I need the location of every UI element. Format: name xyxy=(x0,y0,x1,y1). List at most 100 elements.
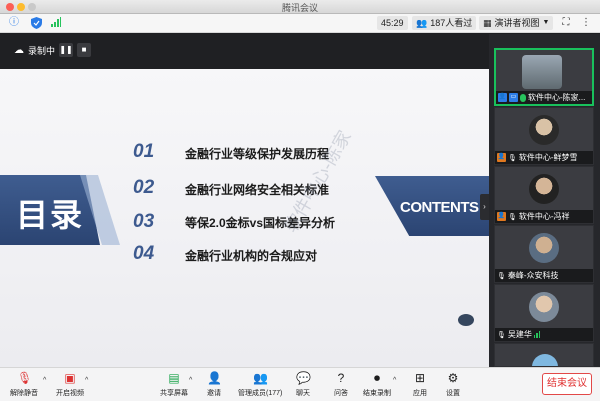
participant-avatar xyxy=(529,292,559,322)
slide-heading-left: 目录 xyxy=(16,197,85,233)
share-options-chevron-icon[interactable]: ^ xyxy=(189,377,192,384)
participant-avatar xyxy=(529,233,559,263)
meeting-timer: 45:29 xyxy=(377,16,408,30)
people-icon: 👥 xyxy=(416,18,428,28)
participant-video xyxy=(522,55,562,89)
info-icon[interactable]: ⓘ xyxy=(8,17,20,29)
members-icon: 👥 xyxy=(253,371,269,385)
video-off-icon: ▣ xyxy=(64,371,76,385)
recording-indicator: ☁ 录制中 ❚❚ ■ xyxy=(14,42,92,58)
end-meeting-button[interactable]: 结束会议 xyxy=(542,373,592,395)
share-screen-label: 共享屏幕 xyxy=(160,390,188,397)
participant-name: 软件中心-冯祥 xyxy=(518,212,570,221)
participant-bar: 👤 🎙 软件中心-鲜梦雪 xyxy=(495,151,593,164)
mic-muted-icon: 🎙 xyxy=(17,371,33,385)
participant-tile[interactable]: 🎙 秦峰-众安科技 xyxy=(494,225,594,283)
participant-tile[interactable]: 👤 🎙 软件中心-鲜梦雪 xyxy=(494,107,594,165)
share-screen-button[interactable]: ▤ 共享屏幕 xyxy=(160,371,188,399)
audio-options-chevron-icon[interactable]: ^ xyxy=(43,377,46,384)
grid-view-icon: ▦ xyxy=(483,18,492,28)
participant-name: 软件中心-陈家... xyxy=(528,93,586,102)
invite-label: 邀请 xyxy=(207,390,221,397)
network-signal-icon[interactable] xyxy=(50,17,62,29)
slide-item-text: 金融行业等级保护发展历程 xyxy=(185,147,330,161)
participant-tile[interactable]: 🎙 吴建华 xyxy=(494,284,594,342)
participant-name: 秦峰-众安科技 xyxy=(507,271,559,280)
invite-button[interactable]: 👤 邀请 xyxy=(207,371,222,399)
mouse-icon xyxy=(458,314,474,326)
cohost-icon: 👤 xyxy=(498,93,507,102)
participant-tile[interactable]: 👤 🎙 软件中心-冯祥 xyxy=(494,166,594,224)
window-title: 腾讯会议 xyxy=(281,3,318,13)
meeting-toolbar: 🎙 解除静音 ^ ▣ 开启视频 ^ ▤ 共享屏幕 ^ 👤 邀请 👥 管理成员(1… xyxy=(0,367,600,401)
record-options-chevron-icon[interactable]: ^ xyxy=(393,377,396,384)
chat-button[interactable]: 💬 聊天 xyxy=(296,371,311,399)
start-video-button[interactable]: ▣ 开启视频 xyxy=(56,371,84,399)
slide-item-number: 01 xyxy=(133,141,155,162)
qa-label: 问答 xyxy=(334,390,348,397)
mic-muted-icon: 🎙 xyxy=(497,272,506,280)
manage-members-button[interactable]: 👥 管理成员(177) xyxy=(238,371,282,399)
mic-muted-icon: 🎙 xyxy=(508,154,517,162)
collapse-sidebar-button[interactable]: › xyxy=(480,194,489,220)
participant-avatar xyxy=(529,174,559,204)
unmute-button[interactable]: 🎙 解除静音 xyxy=(10,371,38,399)
video-options-chevron-icon[interactable]: ^ xyxy=(85,377,88,384)
viewers-count: 187人看过 xyxy=(430,18,473,28)
participant-bar: 🎙 吴建华 xyxy=(495,328,593,341)
participant-tile[interactable]: 👤 ▭ 软件中心-陈家... xyxy=(494,48,594,106)
host-icon: 👤 xyxy=(497,153,506,162)
host-icon: 👤 xyxy=(497,212,506,221)
record-icon: ⏺ xyxy=(373,371,380,385)
view-mode-label: 演讲者视图 xyxy=(494,18,540,28)
question-icon: ? xyxy=(337,371,345,385)
meeting-topbar: ⓘ 45:29 👥 187人看过 ▦ 演讲者视图 ▼ ⛶ ⋮ xyxy=(0,14,600,33)
window-titlebar: 腾讯会议 xyxy=(0,0,600,14)
more-icon[interactable]: ⋮ xyxy=(580,17,592,29)
pause-recording-button[interactable]: ❚❚ xyxy=(59,43,74,57)
shield-icon[interactable] xyxy=(30,17,42,29)
unmute-label: 解除静音 xyxy=(10,390,38,397)
mic-on-icon xyxy=(520,93,526,102)
fullscreen-icon[interactable]: ⛶ xyxy=(560,17,572,29)
participant-avatar xyxy=(529,115,559,145)
slide-item-text: 金融行业机构的合规应对 xyxy=(185,249,318,263)
participant-bar: 👤 ▭ 软件中心-陈家... xyxy=(496,91,592,104)
slide-item-number: 02 xyxy=(133,177,155,198)
end-recording-button[interactable]: ⏺ 结束录制 xyxy=(363,371,391,399)
recording-label: 录制中 xyxy=(28,45,56,56)
slide-item-text: 等保2.0金标vs国标差异分析 xyxy=(185,216,336,230)
start-video-label: 开启视频 xyxy=(56,390,84,397)
slide-heading-right: CONTENTS xyxy=(400,199,479,216)
stop-recording-button[interactable]: ■ xyxy=(77,43,92,57)
participant-tile[interactable] xyxy=(494,343,594,367)
participant-name: 软件中心-鲜梦雪 xyxy=(518,153,578,162)
apps-label: 应用 xyxy=(413,390,427,397)
apps-grid-icon: ⊞ xyxy=(414,371,426,385)
manage-members-label: 管理成员(177) xyxy=(238,390,283,397)
share-screen-icon: ▤ xyxy=(168,371,180,385)
qa-button[interactable]: ? 问答 xyxy=(334,371,348,399)
participant-bar: 🎙 秦峰-众安科技 xyxy=(495,269,593,282)
viewers-button[interactable]: 👥 187人看过 xyxy=(412,16,477,30)
participant-avatar xyxy=(532,354,558,366)
end-recording-label: 结束录制 xyxy=(363,390,391,397)
chevron-down-icon: ▼ xyxy=(542,19,550,26)
participant-bar: 👤 🎙 软件中心-冯祥 xyxy=(495,210,593,223)
participant-name: 吴建华 xyxy=(507,330,532,339)
slide-item-number: 04 xyxy=(133,243,155,264)
chat-icon: 💬 xyxy=(296,371,311,385)
apps-button[interactable]: ⊞ 应用 xyxy=(413,371,427,399)
settings-button[interactable]: ⚙ 设置 xyxy=(446,371,460,399)
add-user-icon: 👤 xyxy=(207,371,222,385)
cloud-record-icon: ☁ xyxy=(14,44,24,56)
view-mode-button[interactable]: ▦ 演讲者视图 ▼ xyxy=(479,16,554,30)
mic-muted-icon: 🎙 xyxy=(508,213,517,221)
screen-share-icon: ▭ xyxy=(509,93,518,102)
mic-muted-icon: 🎙 xyxy=(497,331,506,339)
settings-label: 设置 xyxy=(446,390,460,397)
chat-label: 聊天 xyxy=(296,390,310,397)
gear-icon: ⚙ xyxy=(447,371,459,385)
slide-item-number: 03 xyxy=(133,211,155,232)
audio-level-icon xyxy=(533,331,541,338)
